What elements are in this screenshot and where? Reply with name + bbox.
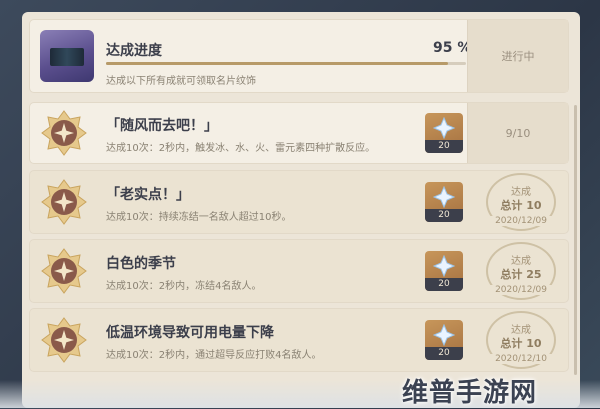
stamp-label: 达成 <box>511 325 531 336</box>
primogem-reward: 20 <box>425 251 463 291</box>
achievement-title: 「老实点！」 <box>106 187 190 203</box>
achievement-title: 「随风而去吧！」 <box>106 118 218 134</box>
achievement-badge-icon <box>41 110 87 156</box>
achievement-row[interactable]: 白色的季节 达成10次：2秒内，冻结4名敌人。 20 达成 总计 25 2020… <box>30 240 568 302</box>
achievement-badge-icon <box>41 248 87 294</box>
primogem-reward: 20 <box>425 113 463 153</box>
reward-count: 20 <box>425 278 463 291</box>
stamp-total: 总计 10 <box>500 337 542 350</box>
completed-stamp: 达成 总计 10 2020/12/09 <box>484 173 558 231</box>
achievement-desc: 达成10次：2秒内，触发冰、水、火、雷元素四种扩散反应。 <box>106 143 376 154</box>
achievement-desc: 达成10次：2秒内，冻结4名敌人。 <box>106 281 262 292</box>
achievement-row[interactable]: 「随风而去吧！」 达成10次：2秒内，触发冰、水、火、雷元素四种扩散反应。 20… <box>30 103 568 163</box>
stamp-label: 达成 <box>511 256 531 267</box>
progress-title: 达成进度 <box>106 43 162 59</box>
achievement-badge-icon <box>41 179 87 225</box>
primogem-icon <box>433 186 455 208</box>
stamp-date: 2020/12/09 <box>484 285 558 295</box>
primogem-icon <box>433 255 455 277</box>
progress-bar-fill <box>106 62 448 65</box>
stamp-date: 2020/12/09 <box>484 216 558 226</box>
achievement-row[interactable]: 低温环境导致可用电量下降 达成10次：2秒内，通过超导反应打败4名敌人。 20 … <box>30 309 568 371</box>
achievement-row[interactable]: 「老实点！」 达成10次：持续冻结一名敌人超过10秒。 20 达成 总计 10 … <box>30 171 568 233</box>
namecard-icon <box>40 30 94 82</box>
completed-stamp: 达成 总计 10 2020/12/10 <box>484 311 558 369</box>
reward-count: 20 <box>425 347 463 360</box>
achievement-badge-icon <box>41 317 87 363</box>
primogem-icon <box>433 117 455 139</box>
stamp-label: 达成 <box>511 187 531 198</box>
completion-progress-card: 达成进度 95 % 达成以下所有成就可领取名片纹饰 进行中 <box>30 20 568 92</box>
progress-bar <box>106 62 466 65</box>
achievement-desc: 达成10次：持续冻结一名敌人超过10秒。 <box>106 212 292 223</box>
achievement-progress: 9/10 <box>467 103 568 163</box>
stamp-date: 2020/12/10 <box>484 354 558 364</box>
achievement-desc: 达成10次：2秒内，通过超导反应打败4名敌人。 <box>106 350 322 361</box>
progress-percent: 95 % <box>433 40 472 56</box>
reward-count: 20 <box>425 209 463 222</box>
progress-subtitle: 达成以下所有成就可领取名片纹饰 <box>106 76 256 87</box>
primogem-reward: 20 <box>425 182 463 222</box>
stamp-total: 总计 25 <box>500 268 542 281</box>
achievement-title: 白色的季节 <box>106 256 176 272</box>
primogem-reward: 20 <box>425 320 463 360</box>
reward-count: 20 <box>425 140 463 153</box>
site-watermark: 维普手游网 <box>402 378 538 408</box>
scrollbar[interactable] <box>574 105 577 375</box>
status-in-progress: 进行中 <box>467 20 568 92</box>
completed-stamp: 达成 总计 25 2020/12/09 <box>484 242 558 300</box>
achievement-title: 低温环境导致可用电量下降 <box>106 325 274 341</box>
stamp-total: 总计 10 <box>500 199 542 212</box>
primogem-icon <box>433 324 455 346</box>
